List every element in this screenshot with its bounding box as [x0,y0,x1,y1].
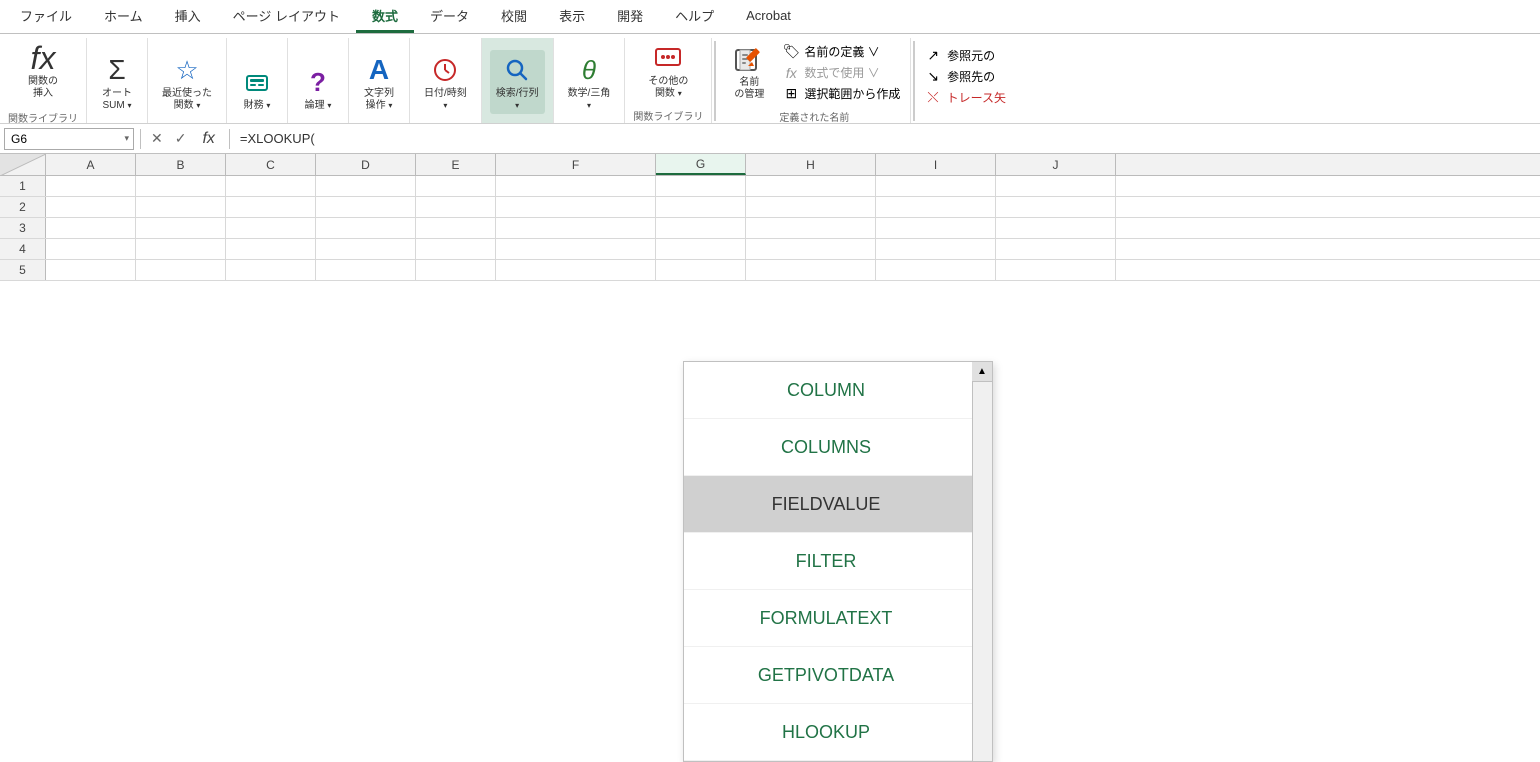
col-header-a[interactable]: A [46,154,136,175]
table-row: 3 [0,218,1540,239]
function-dropdown-menu: ▲ COLUMNCOLUMNSFIELDVALUEFILTERFORMULATE… [683,361,993,762]
col-header-h[interactable]: H [746,154,876,175]
dropdown-items-container: COLUMNCOLUMNSFIELDVALUEFILTERFORMULATEXT… [684,362,992,761]
dropdown-scrollbar[interactable] [972,382,992,761]
ribbon-group-math: θ 数学/三角▾ [554,38,626,123]
trace-error-icon: ⤬ [927,89,938,106]
trace-error-button[interactable]: ⤬ トレース矢 [925,88,1008,107]
ribbon-group-trace: ↗ 参照元の ↘ 参照先の ⤬ トレース矢 [917,38,1016,123]
create-from-selection-button[interactable]: ⊞ 選択範囲から作成 [780,84,902,103]
cell-reference-box[interactable]: G6 ▾ [4,128,134,150]
tab-formulas[interactable]: 数式 [356,0,414,33]
dropdown-item-getpivotdata[interactable]: GETPIVOTDATA [684,647,992,704]
ribbon-separator-1 [714,41,716,121]
accept-formula-icon[interactable]: ✓ [171,128,191,149]
tab-help[interactable]: ヘルプ [659,0,730,33]
trace-precedents-button[interactable]: ↗ 参照元の [925,46,997,65]
table-row: 2 [0,197,1540,218]
col-header-e[interactable]: E [416,154,496,175]
ribbon-group-autosum: Σ オートSUM ▾ [87,38,148,123]
dropdown-item-columns[interactable]: COLUMNS [684,419,992,476]
ribbon-group-other-functions: その他の関数 ▾ 関数ライブラリ [625,38,712,123]
trace-precedents-icon: ↗ [927,47,939,64]
dropdown-item-filter[interactable]: FILTER [684,533,992,590]
tab-developer[interactable]: 開発 [601,0,659,33]
function-library-label: 関数ライブラリ [8,108,78,128]
tab-insert[interactable]: 挿入 [159,0,217,33]
tag-icon: 🏷 [782,43,800,60]
autosum-button[interactable]: Σ オートSUM ▾ [95,50,139,114]
lookup-button[interactable]: 検索/行列▾ [490,50,545,114]
cancel-formula-icon[interactable]: ✕ [147,128,167,149]
table-row: 4 [0,239,1540,260]
formula-bar-separator [140,129,141,149]
tab-page-layout[interactable]: ページ レイアウト [217,0,356,33]
ribbon-group-logical: ? 論理 ▾ [288,38,349,123]
ribbon-group-recent: ☆ 最近使った関数 ▾ [148,38,227,123]
col-header-c[interactable]: C [226,154,316,175]
ribbon-group-name-manager: 名前の管理 🏷 名前の定義 ∨ fx 数式で使用 ∨ ⊞ 選択範囲から作成 [718,38,911,123]
logical-button[interactable]: ? 論理 ▾ [296,62,340,114]
define-name-button[interactable]: 🏷 名前の定義 ∨ [780,42,902,61]
col-header-f[interactable]: F [496,154,656,175]
column-header-row: A B C D E F G H I J [0,154,1540,176]
datetime-button[interactable]: 日付/時刻▾ [418,50,473,114]
table-row: 1 [0,176,1540,197]
col-header-g[interactable]: G [656,154,746,175]
tab-home[interactable]: ホーム [88,0,159,33]
math-button[interactable]: θ 数学/三角▾ [562,50,617,114]
col-header-i[interactable]: I [876,154,996,175]
financial-button[interactable]: 財務 ▾ [235,62,279,114]
tab-view[interactable]: 表示 [543,0,601,33]
dropdown-item-formulatext[interactable]: FORMULATEXT [684,590,992,647]
fx-small-icon: fx [782,65,800,81]
table-icon: ⊞ [782,85,800,102]
ribbon-group-text: A 文字列操作 ▾ [349,38,410,123]
trace-dependents-icon: ↘ [927,68,939,85]
tab-data[interactable]: データ [414,0,485,33]
dropdown-scroll-up[interactable]: ▲ [972,362,992,382]
col-header-j[interactable]: J [996,154,1116,175]
dropdown-item-column[interactable]: COLUMN [684,362,992,419]
ribbon-group-datetime: 日付/時刻▾ [410,38,482,123]
table-row: 5 [0,260,1540,281]
ribbon-group-financial: 財務 ▾ [227,38,288,123]
formula-input[interactable]: =XLOOKUP( [236,131,1536,146]
trace-dependents-button[interactable]: ↘ 参照先の [925,67,997,86]
tab-review[interactable]: 校閲 [485,0,543,33]
recently-used-button[interactable]: ☆ 最近使った関数 ▾ [156,50,218,114]
corner-cell [0,154,46,175]
col-header-d[interactable]: D [316,154,416,175]
ribbon-group-lookup: 検索/行列▾ [482,38,554,123]
insert-function-button[interactable]: fx 関数の挿入 [16,38,70,104]
cell-ref-dropdown-icon[interactable]: ▾ [124,133,129,144]
dropdown-item-hlookup[interactable]: HLOOKUP [684,704,992,761]
formula-bar: G6 ▾ ✕ ✓ fx =XLOOKUP( [0,124,1540,154]
text-button[interactable]: A 文字列操作 ▾ [357,50,401,114]
ribbon-group-insert-function: fx 関数の挿入 関数ライブラリ [0,38,87,123]
col-header-b[interactable]: B [136,154,226,175]
tab-acrobat[interactable]: Acrobat [730,0,807,33]
tab-file[interactable]: ファイル [4,0,88,33]
use-in-formula-button[interactable]: fx 数式で使用 ∨ [780,63,902,82]
name-manager-button[interactable]: 名前の管理 [726,39,772,103]
formula-bar-separator2 [229,129,230,149]
dropdown-item-fieldvalue[interactable]: FIELDVALUE [684,476,992,533]
ribbon-separator-2 [913,41,915,121]
other-functions-button[interactable]: その他の関数 ▾ [642,38,694,102]
insert-function-icon[interactable]: fx [194,130,222,148]
